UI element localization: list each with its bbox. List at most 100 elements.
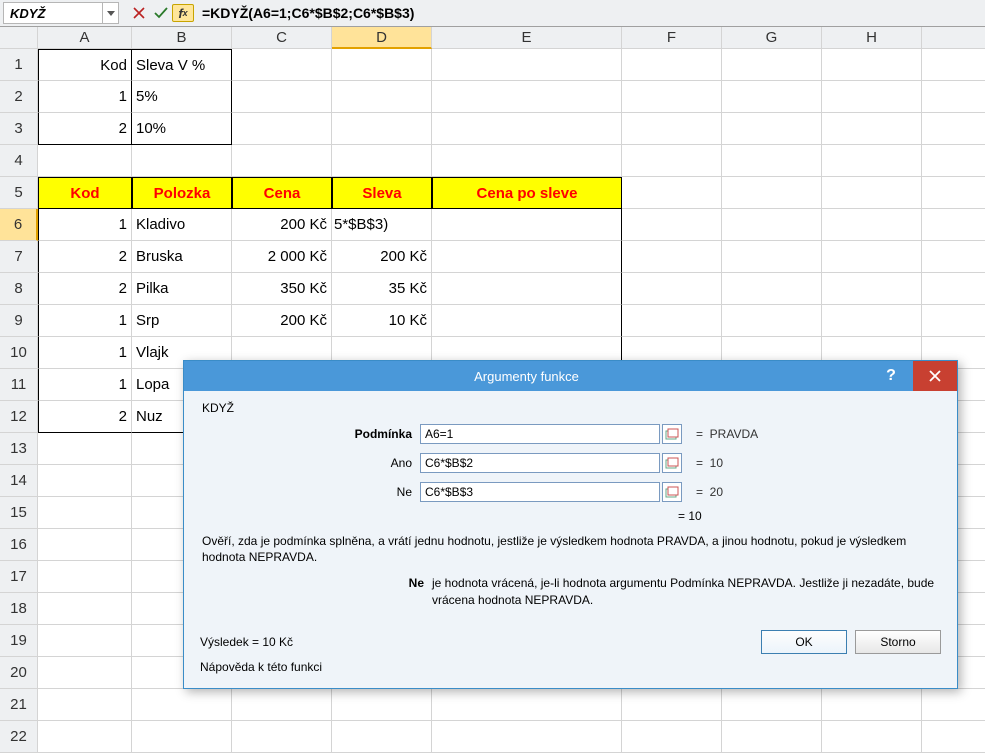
cell[interactable]: Cena po sleve [432,177,622,209]
cell[interactable] [922,49,985,81]
cell[interactable] [722,305,822,337]
cell[interactable] [622,241,722,273]
cell[interactable] [432,113,622,145]
cell[interactable] [332,689,432,721]
cell[interactable] [822,209,922,241]
cell[interactable] [232,49,332,81]
cell[interactable] [622,209,722,241]
cell[interactable] [38,497,132,529]
cell[interactable] [432,81,622,113]
cancel-button[interactable]: Storno [855,630,941,654]
cell[interactable] [622,305,722,337]
cell[interactable] [822,49,922,81]
row-header[interactable]: 14 [0,465,38,497]
cell[interactable] [432,49,622,81]
cell[interactable]: Sleva [332,177,432,209]
cell[interactable] [722,241,822,273]
cell[interactable] [432,305,622,337]
row-header[interactable]: 2 [0,81,38,113]
cell[interactable] [722,145,822,177]
cell[interactable] [332,81,432,113]
name-box-dropdown-icon[interactable] [102,3,118,23]
column-header[interactable]: B [132,27,232,49]
cell[interactable] [132,689,232,721]
cell[interactable]: Cena [232,177,332,209]
cell[interactable] [822,273,922,305]
column-header[interactable]: A [38,27,132,49]
cell[interactable] [38,145,132,177]
cell[interactable] [432,273,622,305]
row-header[interactable]: 22 [0,721,38,753]
cell[interactable]: 350 Kč [232,273,332,305]
cell[interactable] [332,145,432,177]
formula-input[interactable]: =KDYŽ(A6=1;C6*$B$2;C6*$B$3) [200,2,985,24]
row-header[interactable]: 1 [0,49,38,81]
cell[interactable] [922,689,985,721]
cell[interactable] [622,689,722,721]
argument-input[interactable]: A6=1 [420,424,660,444]
row-header[interactable]: 15 [0,497,38,529]
cell[interactable] [922,113,985,145]
cell[interactable]: 1 [38,369,132,401]
cell[interactable] [722,209,822,241]
cell[interactable] [38,529,132,561]
cell[interactable] [332,49,432,81]
cell[interactable] [432,209,622,241]
cell[interactable]: 200 Kč [232,209,332,241]
row-header[interactable]: 13 [0,433,38,465]
name-box[interactable]: KDYŽ [3,2,119,24]
row-header[interactable]: 16 [0,529,38,561]
cell[interactable] [922,81,985,113]
cell[interactable] [232,689,332,721]
cancel-formula-icon[interactable] [128,2,150,24]
row-header[interactable]: 21 [0,689,38,721]
cell[interactable]: Bruska [132,241,232,273]
cell[interactable]: Kladivo [132,209,232,241]
cell[interactable]: 10 Kč [332,305,432,337]
cell[interactable] [822,177,922,209]
column-header[interactable]: C [232,27,332,49]
select-all-corner[interactable] [0,27,38,49]
cell[interactable] [822,145,922,177]
cell[interactable] [922,177,985,209]
column-header[interactable] [922,27,985,49]
cell[interactable] [38,465,132,497]
cell[interactable]: 1 [38,337,132,369]
cell[interactable] [822,689,922,721]
cell[interactable] [822,305,922,337]
cell[interactable] [822,241,922,273]
row-header[interactable]: 8 [0,273,38,305]
cell[interactable] [622,49,722,81]
cell[interactable]: 1 [38,81,132,113]
argument-input[interactable]: C6*$B$3 [420,482,660,502]
row-header[interactable]: 9 [0,305,38,337]
cell[interactable] [38,593,132,625]
cell[interactable] [922,145,985,177]
cell[interactable] [38,657,132,689]
cell[interactable] [922,305,985,337]
help-link[interactable]: Nápověda k této funkci [200,660,322,674]
row-header[interactable]: 19 [0,625,38,657]
cell[interactable] [822,113,922,145]
close-icon[interactable] [913,361,957,391]
cell[interactable] [432,689,622,721]
cell[interactable]: 1 [38,209,132,241]
cell[interactable] [38,625,132,657]
cell[interactable]: 1 [38,305,132,337]
column-header[interactable]: H [822,27,922,49]
confirm-formula-icon[interactable] [150,2,172,24]
ok-button[interactable]: OK [761,630,847,654]
cell[interactable]: Pilka [132,273,232,305]
cell[interactable] [722,113,822,145]
cell[interactable] [38,689,132,721]
cell[interactable] [622,145,722,177]
cell[interactable] [722,81,822,113]
cell[interactable] [432,721,622,753]
cell[interactable] [232,145,332,177]
cell[interactable]: Polozka [132,177,232,209]
cell[interactable] [232,81,332,113]
cell[interactable] [38,721,132,753]
row-header[interactable]: 12 [0,401,38,433]
column-header[interactable]: E [432,27,622,49]
column-header[interactable]: F [622,27,722,49]
